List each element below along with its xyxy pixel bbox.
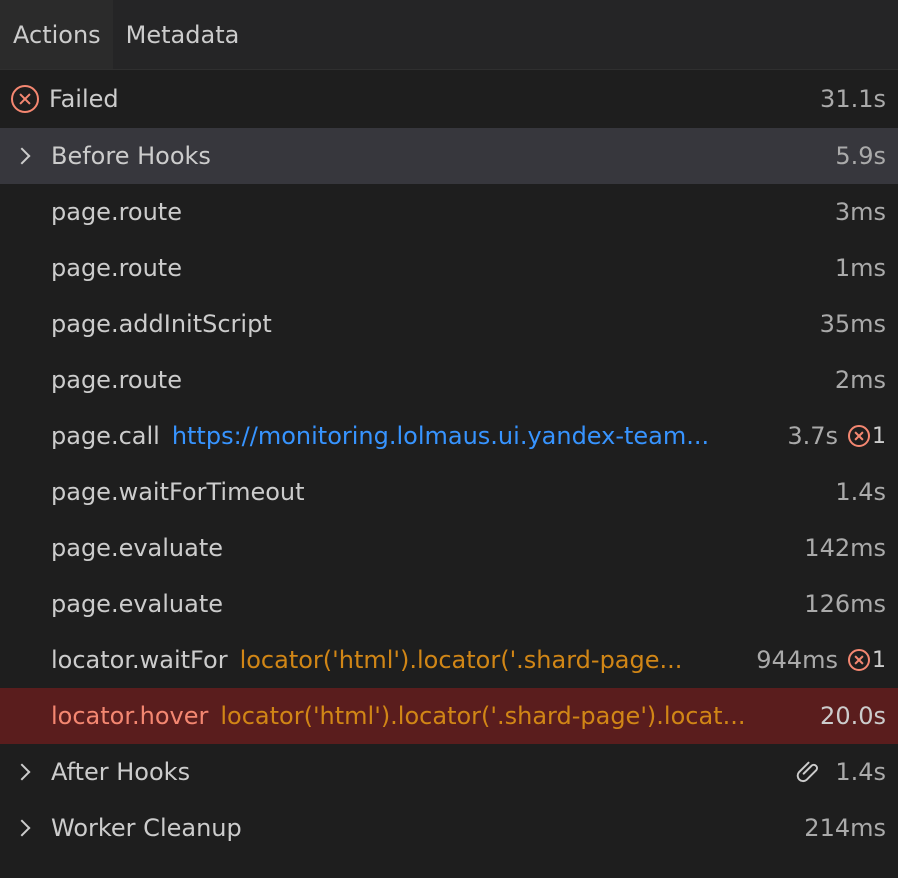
action-duration: 20.0s (820, 702, 886, 730)
action-locator-param: locator('html').locator('.shard-page').l… (220, 702, 746, 730)
test-status-row[interactable]: Failed 31.1s (0, 70, 898, 128)
group-label: Before Hooks (51, 142, 211, 170)
action-duration: 1ms (834, 254, 886, 282)
action-row[interactable]: page.evaluate 126ms (0, 576, 898, 632)
error-count: 1 (872, 423, 886, 449)
action-title: page.route (51, 366, 182, 394)
action-row[interactable]: page.addInitScript 35ms (0, 296, 898, 352)
group-duration: 5.9s (835, 142, 886, 170)
action-title: page.waitForTimeout (51, 478, 305, 506)
action-duration: 944ms (756, 646, 838, 674)
action-locator-param: locator('html').locator('.shard-page... (239, 646, 683, 674)
tab-metadata[interactable]: Metadata (113, 0, 252, 69)
action-title: page.call (51, 422, 160, 450)
action-title: page.route (51, 254, 182, 282)
action-title: page.evaluate (51, 590, 224, 618)
paperclip-icon[interactable] (795, 759, 821, 785)
action-duration: 3.7s (787, 422, 838, 450)
action-row[interactable]: page.call https://monitoring.lolmaus.ui.… (0, 408, 898, 464)
action-row[interactable]: page.route 2ms (0, 352, 898, 408)
action-title: locator.hover (51, 702, 209, 730)
action-title: locator.waitFor (51, 646, 228, 674)
action-url-param: https://monitoring.lolmaus.ui.yandex-tea… (171, 422, 710, 450)
action-row-failed-selected[interactable]: locator.hover locator('html').locator('.… (0, 688, 898, 744)
chevron-right-icon[interactable] (14, 764, 30, 780)
chevron-right-icon[interactable] (14, 820, 30, 836)
chevron-right-icon[interactable] (14, 148, 30, 164)
action-duration: 1.4s (835, 478, 886, 506)
error-count: 1 (872, 647, 886, 673)
group-duration: 214ms (804, 814, 886, 842)
action-duration: 126ms (804, 590, 886, 618)
action-row[interactable]: page.waitForTimeout 1.4s (0, 464, 898, 520)
error-count-badge: 1 (848, 424, 886, 449)
status-duration: 31.1s (820, 85, 886, 113)
group-label: After Hooks (51, 758, 191, 786)
error-circle-icon (848, 425, 870, 447)
group-before-hooks[interactable]: Before Hooks 5.9s (0, 128, 898, 184)
status-label: Failed (49, 85, 119, 113)
action-row[interactable]: page.evaluate 142ms (0, 520, 898, 576)
error-circle-icon (11, 85, 39, 113)
action-duration: 3ms (834, 198, 886, 226)
action-duration: 35ms (819, 310, 886, 338)
tab-actions[interactable]: Actions (0, 0, 113, 69)
action-title: page.evaluate (51, 534, 224, 562)
error-circle-icon (848, 649, 870, 671)
action-row[interactable]: locator.waitFor locator('html').locator(… (0, 632, 898, 688)
action-list: Failed 31.1s Before Hooks 5.9s page.rout… (0, 70, 898, 856)
action-title: page.addInitScript (51, 310, 272, 338)
group-after-hooks[interactable]: After Hooks 1.4s (0, 744, 898, 800)
tab-bar: Actions Metadata (0, 0, 898, 70)
action-title: page.route (51, 198, 182, 226)
action-duration: 142ms (804, 534, 886, 562)
action-row[interactable]: page.route 3ms (0, 184, 898, 240)
action-duration: 2ms (834, 366, 886, 394)
group-duration: 1.4s (835, 758, 886, 786)
action-row[interactable]: page.route 1ms (0, 240, 898, 296)
error-count-badge: 1 (848, 648, 886, 673)
group-label: Worker Cleanup (51, 814, 242, 842)
group-worker-cleanup[interactable]: Worker Cleanup 214ms (0, 800, 898, 856)
